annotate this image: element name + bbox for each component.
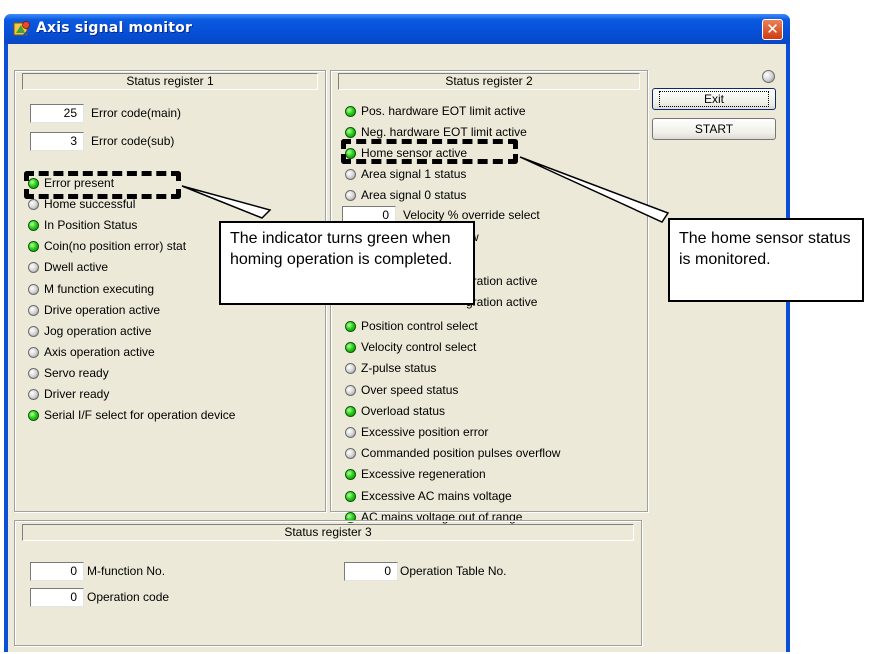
sr2-indicator-label: Excessive AC mains voltage xyxy=(361,488,512,503)
sr2-indicator-label: Z-pulse status xyxy=(361,361,437,376)
sr1-indicator-label: Driver ready xyxy=(44,387,110,401)
indicator-off-icon xyxy=(345,190,356,201)
sr1-indicator-label: Coin(no position error) stat xyxy=(44,239,187,254)
status-lamp-icon xyxy=(762,70,775,83)
close-icon: ✕ xyxy=(766,20,779,38)
sr2-indicator-label: Excessive position error xyxy=(361,425,489,439)
sr1-indicator-label: Dwell active xyxy=(44,260,109,275)
axis-signal-monitor-window: Axis signal monitor ✕ Status register 1 … xyxy=(4,14,790,652)
indicator-off-icon xyxy=(345,427,356,438)
status-register-2-title: Status register 2 xyxy=(338,73,640,90)
home-sensor-highlight xyxy=(341,139,518,164)
error-code-sub-field: 3 xyxy=(30,132,84,151)
home-successful-callout: The indicator turns green when homing op… xyxy=(219,221,475,305)
sr1-indicator-label: Jog operation active xyxy=(44,323,152,338)
operation-code-label: Operation code xyxy=(87,590,170,604)
error-code-main-field: 25 xyxy=(30,104,84,123)
indicator-off-icon xyxy=(345,169,356,180)
sr2-indicator-label: Velocity control select xyxy=(361,340,477,355)
sr1-indicator-label: M function executing xyxy=(44,281,155,296)
m-function-no-label: M-function No. xyxy=(87,564,166,578)
indicator-on-icon xyxy=(345,405,356,417)
sr1-indicator-label: Servo ready xyxy=(44,365,109,380)
indicator-off-icon xyxy=(28,367,39,379)
status-register-3-title: Status register 3 xyxy=(22,524,634,541)
sr2-indicator-label: Area signal 1 status xyxy=(361,167,467,181)
operation-code-field: 0 xyxy=(30,588,84,607)
sr2-indicator-label: Over speed status xyxy=(361,382,459,397)
error-code-sub-label: Error code(sub) xyxy=(91,134,175,148)
indicator-on-icon xyxy=(345,106,356,117)
indicator-off-icon xyxy=(28,304,39,316)
window-client-area: Status register 1 25 Error code(main) 3 … xyxy=(8,44,786,652)
indicator-off-icon xyxy=(28,346,39,358)
partial-label-2: gration active xyxy=(466,274,538,288)
indicator-on-icon xyxy=(345,127,356,138)
window-title: Axis signal monitor xyxy=(36,20,193,36)
close-button[interactable]: ✕ xyxy=(762,19,783,40)
exit-button[interactable]: Exit xyxy=(652,88,776,110)
exit-button-label: Exit xyxy=(658,91,769,107)
sr2-indicator-label: Commanded position pulses overflow xyxy=(361,446,561,461)
sr2-indicator-label: Area signal 0 status xyxy=(361,188,467,202)
title-bar[interactable]: Axis signal monitor ✕ xyxy=(4,14,790,44)
home-sensor-callout: The home sensor status is monitored. xyxy=(668,218,864,302)
sr1-indicator-label: In Position Status xyxy=(44,218,138,233)
sr2-indicator-label: Pos. hardware EOT limit active xyxy=(361,104,526,118)
indicator-off-icon xyxy=(28,325,39,337)
indicator-off-icon xyxy=(28,283,39,295)
sr2-indicator-label: Excessive regeneration xyxy=(361,467,486,482)
sr1-indicator-label: Drive operation active xyxy=(44,302,161,317)
operation-table-no-label: Operation Table No. xyxy=(400,564,507,578)
sr2-indicator-label: Neg. hardware EOT limit active xyxy=(361,125,527,139)
indicator-on-icon xyxy=(345,321,356,332)
partial-label-3: gration active xyxy=(466,295,538,309)
sr2-indicator-label: Overload status xyxy=(361,403,446,418)
status-register-1-title: Status register 1 xyxy=(22,73,318,90)
sr1-indicator-label: Home successful xyxy=(44,197,136,212)
indicator-on-icon xyxy=(345,490,356,502)
error-code-main-label: Error code(main) xyxy=(91,106,182,120)
indicator-off-icon xyxy=(28,389,39,400)
m-function-no-field: 0 xyxy=(30,562,84,581)
indicator-off-icon xyxy=(345,384,356,396)
home-successful-highlight xyxy=(24,171,181,199)
operation-table-no-field: 0 xyxy=(344,562,398,581)
sr2-indicator-label: Position control select xyxy=(361,319,478,333)
sr1-indicator-label: Serial I/F select for operation device xyxy=(44,408,236,423)
app-icon xyxy=(13,21,30,37)
start-button[interactable]: START xyxy=(652,118,776,140)
sr1-indicator-label: Axis operation active xyxy=(44,344,155,359)
